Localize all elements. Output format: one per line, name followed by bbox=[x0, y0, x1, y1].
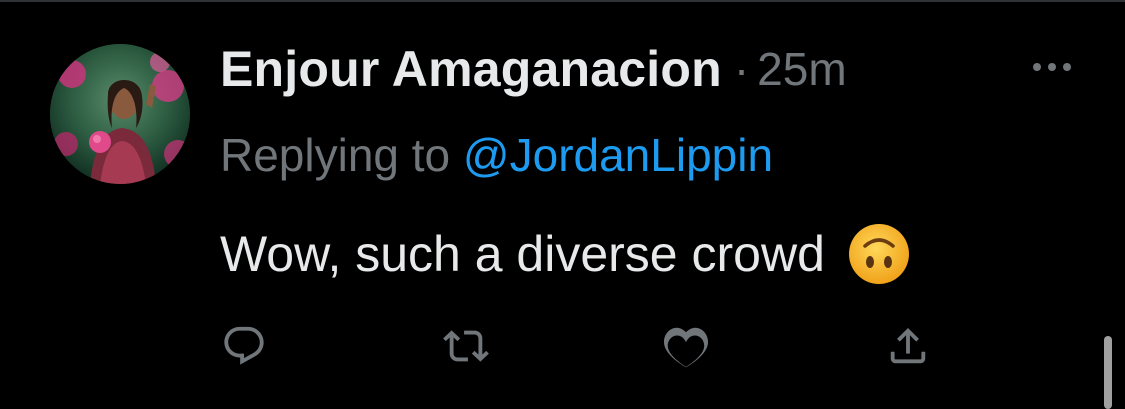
retweet-button[interactable] bbox=[440, 320, 492, 372]
more-icon bbox=[1033, 63, 1071, 71]
share-button[interactable] bbox=[882, 320, 934, 372]
more-options-button[interactable] bbox=[1025, 50, 1079, 84]
tweet-header: Enjour Amaganacion · 25m bbox=[220, 38, 847, 100]
retweet-icon bbox=[443, 330, 489, 362]
like-button[interactable] bbox=[660, 320, 712, 372]
tweet-body: Wow, such a diverse crowd bbox=[220, 222, 911, 286]
tweet-text: Wow, such a diverse crowd bbox=[220, 226, 825, 282]
replying-to-line: Replying to @JordanLippin bbox=[220, 128, 773, 182]
tweet[interactable]: Enjour Amaganacion · 25m Replying to @Jo… bbox=[0, 0, 1125, 409]
avatar-image bbox=[50, 44, 190, 184]
replying-to-handle[interactable]: @JordanLippin bbox=[463, 129, 773, 181]
action-bar bbox=[218, 320, 938, 376]
upside-down-face-icon bbox=[848, 224, 909, 284]
reply-button[interactable] bbox=[218, 320, 270, 372]
like-icon bbox=[663, 327, 709, 368]
separator-dot: · bbox=[733, 43, 750, 95]
share-icon bbox=[890, 327, 926, 364]
reply-icon bbox=[224, 326, 264, 365]
scrollbar[interactable] bbox=[1104, 336, 1112, 409]
avatar[interactable] bbox=[50, 44, 190, 184]
replying-to-label: Replying to bbox=[220, 129, 451, 181]
timestamp[interactable]: 25m bbox=[757, 42, 846, 96]
display-name[interactable]: Enjour Amaganacion bbox=[220, 40, 722, 98]
